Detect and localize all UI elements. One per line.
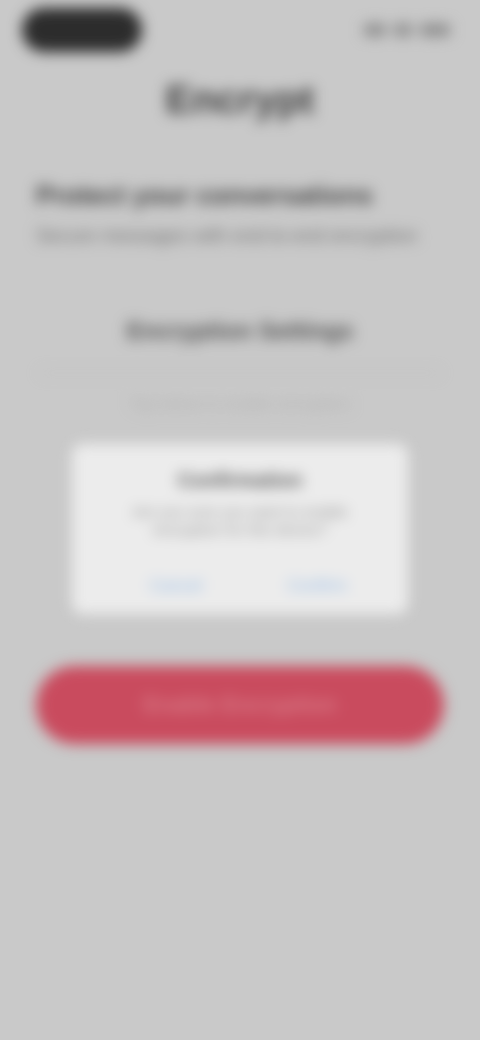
dialog-message: Are you sure you want to enable encrypti… xyxy=(132,504,348,539)
wifi-icon xyxy=(394,24,412,36)
battery-icon xyxy=(420,24,450,36)
enable-encryption-button[interactable]: Enable Encryption xyxy=(36,666,444,744)
page-title: Encrypt xyxy=(165,78,315,122)
dialog-cancel-button[interactable]: Cancel xyxy=(116,576,236,596)
dialog-title: Confirmation xyxy=(177,470,303,492)
section-title: Protect your conversations xyxy=(36,180,373,210)
status-time: 9:41 xyxy=(22,8,142,52)
group-hint: Tap below to enable encryption xyxy=(129,396,351,413)
dialog-confirm-button[interactable]: Confirm xyxy=(252,576,382,596)
divider xyxy=(40,372,440,374)
signal-icon xyxy=(364,24,386,36)
section-subtitle: Secure messages with end-to-end encrypti… xyxy=(36,226,418,247)
status-icons xyxy=(350,18,450,42)
group-label: Encryption Settings xyxy=(126,318,354,345)
blurred-screen: 9:41 Encrypt Protect your conversations … xyxy=(0,0,480,1040)
alert-dialog: Confirmation Are you sure you want to en… xyxy=(72,444,408,614)
